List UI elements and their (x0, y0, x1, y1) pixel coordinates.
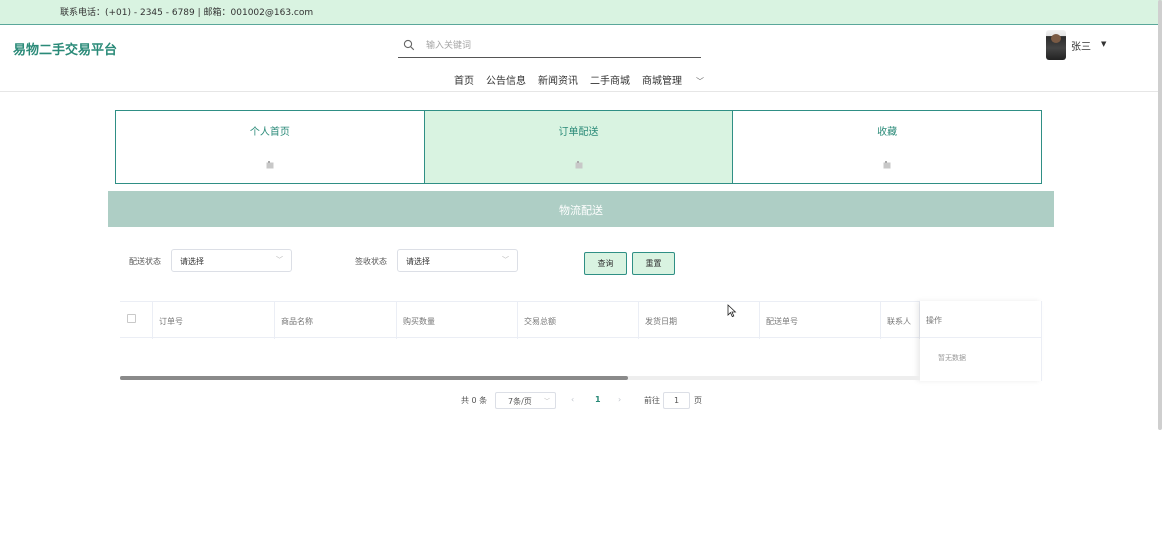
delivery-status-select[interactable]: 请选择 ﹀ (171, 249, 292, 272)
broken-image-icon (266, 161, 274, 169)
site-title[interactable]: 易物二手交易平台 (13, 39, 117, 58)
tab-order-delivery[interactable]: 订单配送 (423, 110, 734, 184)
delivery-table: 订单号 商品名称 购买数量 交易总额 发货日期 配送单号 联系人 操作 暂无数据 (120, 301, 1042, 381)
delivery-status-label: 配送状态 (129, 257, 161, 266)
page-scrollbar[interactable] (1158, 0, 1162, 430)
main-nav: 首页 公告信息 新闻资讯 二手商城 商城管理 ﹀ (454, 72, 728, 87)
section-banner: 物流配送 (108, 191, 1054, 227)
reset-button[interactable]: 重置 (632, 252, 675, 275)
username[interactable]: 张三 (1071, 38, 1091, 53)
header: 易物二手交易平台 首页 公告信息 新闻资讯 二手商城 商城管理 ﹀ 张三 ▼ (0, 26, 1162, 92)
select-value: 请选择 (180, 257, 204, 266)
page-number-current[interactable]: 1 (595, 395, 601, 404)
nav-item-shop-management-label: 商城管理 (642, 76, 682, 87)
column-product-name[interactable]: 商品名称 (275, 302, 397, 339)
tab-personal-home[interactable]: 个人首页 (115, 110, 425, 184)
page-size-select[interactable]: 7条/页 ﹀ (495, 392, 556, 409)
tab-label: 订单配送 (558, 127, 599, 138)
nav-item-news[interactable]: 新闻资讯 (538, 72, 578, 87)
page-size-value: 7条/页 (508, 397, 532, 406)
column-ship-date[interactable]: 发货日期 (639, 302, 760, 339)
contact-bar: 联系电话：(+01) - 2345 - 6789 | 邮箱：001002@163… (0, 0, 1162, 25)
broken-image-icon (575, 161, 582, 169)
receipt-status-label: 签收状态 (355, 257, 387, 266)
goto-prefix: 前往 (644, 396, 660, 405)
column-operation: 操作 (926, 316, 942, 325)
operation-column: 操作 暂无数据 (920, 301, 1042, 381)
select-all-checkbox[interactable] (127, 314, 136, 323)
broken-image-icon (883, 161, 891, 169)
tab-favorites[interactable]: 收藏 (732, 110, 1043, 184)
goto-page-input[interactable]: 1 (663, 392, 690, 409)
total-count: 共 0 条 (461, 396, 488, 405)
nav-item-marketplace[interactable]: 二手商城 (590, 72, 630, 87)
column-quantity[interactable]: 购买数量 (397, 302, 518, 339)
center-tabs: 个人首页 订单配送 收藏 (115, 110, 1043, 184)
contact-info: 联系电话：(+01) - 2345 - 6789 | 邮箱：001002@163… (60, 8, 314, 18)
chevron-down-icon: ﹀ (502, 256, 509, 264)
scrollbar-thumb[interactable] (120, 376, 628, 380)
nav-item-announcements[interactable]: 公告信息 (486, 72, 526, 87)
query-button[interactable]: 查询 (584, 252, 627, 275)
search-input[interactable] (426, 38, 686, 54)
goto-suffix: 页 (694, 396, 702, 405)
chevron-down-icon: ﹀ (543, 398, 550, 405)
search-box (398, 35, 701, 58)
avatar[interactable] (1046, 30, 1066, 60)
search-icon[interactable] (403, 39, 415, 51)
table-header: 订单号 商品名称 购买数量 交易总额 发货日期 配送单号 联系人 (120, 301, 1042, 339)
column-contact[interactable]: 联系人 (881, 302, 920, 339)
nav-item-shop-management[interactable]: 商城管理 ﹀ (642, 72, 716, 87)
select-all-cell (120, 302, 153, 339)
tab-label: 收藏 (877, 127, 898, 138)
horizontal-scrollbar[interactable] (120, 376, 920, 380)
empty-state-text: 暂无数据 (938, 354, 966, 362)
chevron-down-icon: ﹀ (696, 77, 704, 86)
receipt-status-select[interactable]: 请选择 ﹀ (397, 249, 518, 272)
prev-page-icon[interactable]: ‹ (571, 395, 574, 404)
column-total-amount[interactable]: 交易总额 (518, 302, 639, 339)
column-order-no[interactable]: 订单号 (153, 302, 275, 339)
goto-page-value: 1 (673, 396, 680, 405)
mouse-cursor-icon (727, 304, 737, 318)
select-value: 请选择 (406, 257, 430, 266)
section-title: 物流配送 (559, 204, 603, 217)
tab-label: 个人首页 (249, 127, 290, 138)
next-page-icon[interactable]: › (618, 395, 621, 404)
caret-down-icon[interactable]: ▼ (1101, 40, 1106, 48)
nav-item-home[interactable]: 首页 (454, 72, 474, 87)
column-delivery-no[interactable]: 配送单号 (760, 302, 881, 339)
chevron-down-icon: ﹀ (276, 256, 283, 264)
